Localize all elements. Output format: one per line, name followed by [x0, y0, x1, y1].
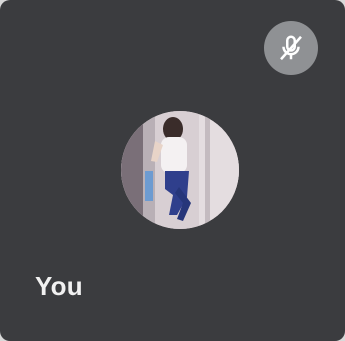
- avatar-photo: [121, 111, 239, 229]
- participant-video-tile[interactable]: You: [0, 0, 345, 341]
- microphone-muted-badge: [264, 21, 318, 75]
- user-avatar: [121, 111, 239, 229]
- microphone-muted-icon: [280, 35, 302, 61]
- participant-name-label: You: [35, 271, 83, 301]
